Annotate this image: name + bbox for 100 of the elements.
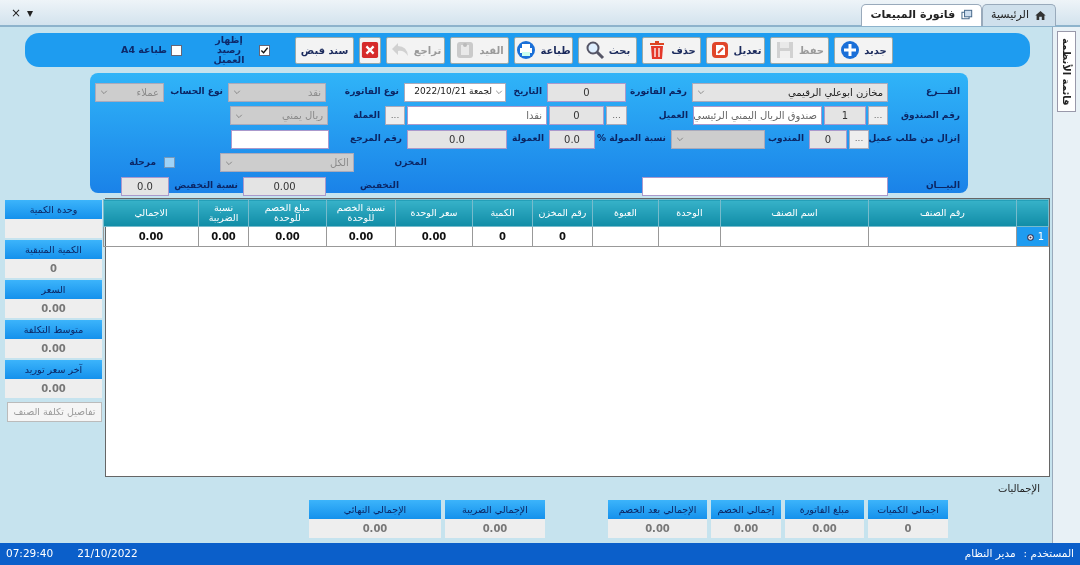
info-label: وحدة الكمية [5,200,102,219]
table-cell: 0 [532,226,593,247]
toolbar-button[interactable]: جديد [834,36,893,64]
table-cell: 0 [472,226,533,247]
input-field[interactable]: 1 [824,106,866,125]
row-number: 1 [1037,231,1044,242]
status-label: المستخدم : [1023,546,1074,562]
column-header[interactable]: الكمية [472,199,533,227]
section-title: الإجماليات [996,482,1040,496]
dropdown-field[interactable]: مخازن ابوعلي الرقيمي [692,82,888,102]
total-value: 0.00 [785,519,864,538]
window-control-button[interactable]: × [8,4,25,22]
table-cell: 0.00 [103,226,199,247]
field-label: نسبة العمولة % [597,132,667,146]
input-field[interactable]: نقدا [407,106,547,125]
field-label: التخفيض [358,179,400,193]
date-field[interactable]: لجمعة 2022/10/21 [404,82,506,102]
field-label: المندوب [767,132,805,146]
column-header[interactable]: العبوة [592,199,659,227]
row-marker-icon [1027,233,1035,241]
row-header-cell[interactable]: 1 [1016,226,1049,247]
field-label: رقم الفاتورة [628,85,688,99]
column-header[interactable]: الوحدة [658,199,721,227]
checkbox-label: مرحلة [129,155,157,169]
column-header[interactable]: رقم الصنف [868,199,1017,227]
chevron-down-icon [100,88,108,96]
column-header[interactable]: مبلغ الخصم للوحدة [248,199,327,227]
total-value: 0.00 [445,519,545,538]
row-header-cell [1016,199,1049,227]
table-cell: 0.00 [326,226,396,247]
input-field[interactable] [642,176,888,196]
window-tab[interactable]: فاتورة المبيعات [861,4,983,26]
printer-icon [516,40,537,60]
table-cell: 0.00 [248,226,327,247]
field-label: العميل [657,108,689,122]
input-field[interactable]: 0 [547,82,626,102]
checkbox[interactable] [171,44,182,56]
input-field[interactable]: 0.0 [549,129,595,149]
column-header[interactable]: اسم الصنف [720,199,869,227]
total-value: 0.00 [309,519,441,538]
chevron-down-icon [676,135,684,143]
input-field[interactable]: 0 [809,129,847,149]
window-tab[interactable]: الرئيسية [982,4,1056,26]
chevron-down-icon [495,88,503,96]
toolbar-button[interactable]: سند قبض [295,36,354,64]
lookup-button[interactable]: ... [606,106,627,125]
column-header[interactable]: نسبة الخصم للوحدة [326,199,396,227]
table-cell: 0.00 [198,226,249,247]
home-icon [1034,9,1047,22]
checkbox-label: إظهار رصيد العميل [212,35,246,65]
side-tab[interactable]: قائمة الأنظمة [1057,31,1076,113]
lookup-button[interactable]: ... [849,129,869,149]
field-label: الفـــرع [925,85,961,99]
checkbox[interactable] [259,44,270,56]
field-label: العمولة [510,132,545,146]
total-value: 0.00 [711,519,781,538]
field-label: نوع الفاتورة [343,85,400,99]
column-header[interactable]: رقم المخزن [532,199,593,227]
field-label: المخزن [393,155,428,170]
field-label: البيـــان [924,179,961,193]
search-icon [584,40,605,60]
cancel-button[interactable] [359,36,381,64]
status-user: مدير النظام [964,546,1016,562]
input-field[interactable]: 0.0 [121,176,169,196]
chevron-down-icon [233,88,241,96]
window-control-button[interactable]: ▾ [24,4,37,22]
info-label: آخر سعر توريد [5,360,102,379]
field-label: إنزال من طلب عميل [871,132,961,146]
info-label: السعر [5,280,102,299]
toolbar-button[interactable]: تعديل [706,36,765,64]
lookup-button[interactable]: ... [868,106,888,125]
input-field[interactable]: 0.00 [243,176,326,196]
close-icon [361,41,379,59]
lookup-button[interactable]: ... [385,106,405,125]
field-label: رقم المرجع [349,132,403,146]
input-field[interactable]: صندوق الريال اليمني الرئيسي [693,106,822,125]
ledger-icon [455,40,476,60]
input-field[interactable]: 0 [549,106,604,125]
field-label: العملة [352,108,381,122]
total-label: إجمالي الخصم [711,500,781,519]
toolbar-button[interactable]: حذف [642,36,701,64]
window-icon [960,9,974,22]
plus-icon [840,40,861,60]
column-header[interactable]: سعر الوحدة [395,199,473,227]
chevron-down-icon [235,111,243,120]
chevron-down-icon [697,88,705,96]
info-value: 0.00 [5,339,102,358]
status-date: 21/10/2022 [77,546,138,562]
field-label: رقم الصندوق [899,108,961,123]
total-label: اجمالي الكميات [868,500,948,519]
input-field[interactable]: 0.0 [407,129,507,149]
checkbox[interactable] [164,157,175,168]
input-field[interactable] [231,129,329,149]
field-label: نوع الحساب [169,85,224,99]
toolbar-button[interactable]: بحث [578,36,637,64]
status-time: 07:29:40 [6,546,54,562]
column-header[interactable]: الاجمالي [103,199,199,227]
total-label: الإجمالي النهائي [309,500,441,519]
toolbar-button[interactable]: طباعة [514,36,573,64]
column-header[interactable]: نسبة الضريبة [198,199,249,227]
